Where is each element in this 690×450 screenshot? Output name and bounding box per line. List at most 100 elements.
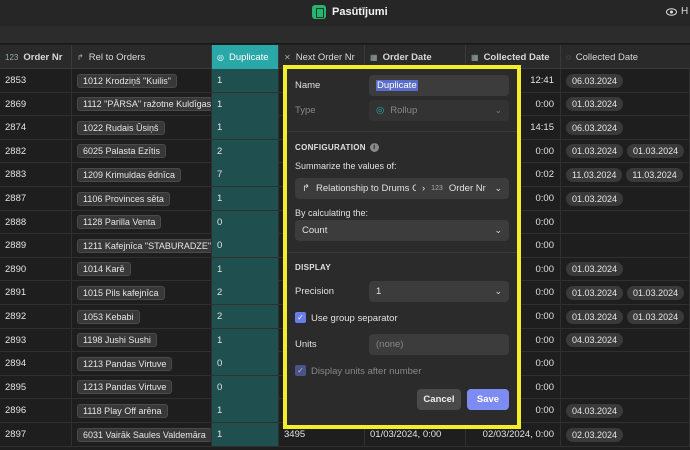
order-nr-cell[interactable]: 2895 bbox=[0, 375, 72, 399]
date-pill: 11.03.2024 bbox=[566, 167, 623, 182]
duplicate-cell[interactable]: 1 bbox=[212, 92, 279, 116]
order-nr-cell[interactable]: 2896 bbox=[0, 399, 72, 423]
duplicate-cell[interactable]: 2 bbox=[212, 139, 279, 163]
rel-to-orders-cell[interactable]: 1053 Kebabi bbox=[72, 305, 212, 328]
duplicate-cell[interactable]: 1 bbox=[212, 257, 279, 281]
duplicate-cell[interactable]: 1 bbox=[212, 187, 279, 210]
duplicate-cell[interactable]: 1 bbox=[212, 399, 279, 423]
rel-to-orders-cell[interactable]: 6031 Vairāk Saules Valdemāra bbox=[72, 423, 212, 446]
relationship-pill[interactable]: 6025 Palasta Ezītis bbox=[77, 144, 167, 159]
collected-date-lookup-cell[interactable] bbox=[561, 234, 690, 258]
topright-label: H bbox=[681, 6, 689, 17]
collected-date-lookup-cell[interactable]: 01.03.2024 bbox=[561, 257, 690, 281]
relationship-pill[interactable]: 1213 Pandas Virtuve bbox=[77, 356, 173, 371]
collected-date-lookup-cell[interactable]: 01.03.2024 bbox=[561, 187, 690, 210]
order-nr-cell[interactable]: 2874 bbox=[0, 116, 72, 140]
duplicate-cell[interactable]: 0 bbox=[212, 352, 279, 376]
relationship-pill[interactable]: 1106 Provinces sēta bbox=[77, 191, 170, 206]
order-nr-cell[interactable]: 2869 bbox=[0, 92, 72, 116]
rel-to-orders-cell[interactable]: 1209 Krimuldas ēdnīca bbox=[72, 163, 212, 187]
rel-to-orders-cell[interactable]: 1211 Kafejnīca "STABURADZE" bbox=[72, 234, 212, 258]
duplicate-cell[interactable]: 2 bbox=[212, 281, 279, 305]
rel-to-orders-cell[interactable]: 1198 Jushi Sushi bbox=[72, 328, 212, 352]
collected-date-lookup-cell[interactable]: 01.03.2024 01.03.2024 bbox=[561, 139, 690, 163]
relationship-pill[interactable]: 1213 Pandas Virtuve bbox=[77, 380, 173, 395]
order-nr-cell[interactable]: 2894 bbox=[0, 352, 72, 376]
collected-date-lookup-cell[interactable]: 02.03.2024 bbox=[561, 423, 690, 446]
duplicate-cell[interactable]: 1 bbox=[212, 423, 279, 446]
relationship-pill[interactable]: 1198 Jushi Sushi bbox=[77, 333, 157, 348]
rel-to-orders-cell[interactable]: 1118 Play Off arēna bbox=[72, 399, 212, 423]
rel-to-orders-cell[interactable]: 1128 Parilla Venta bbox=[72, 210, 212, 234]
duplicate-cell[interactable]: 1 bbox=[212, 69, 279, 92]
rel-to-orders-cell[interactable]: 6025 Palasta Ezītis bbox=[72, 139, 212, 163]
duplicate-cell[interactable]: 1 bbox=[212, 116, 279, 140]
collected-date-lookup-cell[interactable]: 01.03.2024 01.03.2024 bbox=[561, 281, 690, 305]
duplicate-cell[interactable]: 0 bbox=[212, 210, 279, 234]
name-input[interactable]: Duplicate bbox=[369, 75, 509, 96]
collected-date-lookup-cell[interactable]: 04.03.2024 bbox=[561, 328, 690, 352]
column-header-order-nr[interactable]: 123 Order Nr bbox=[0, 45, 72, 69]
collected-date-lookup-cell[interactable]: 06.03.2024 bbox=[561, 69, 690, 92]
collected-date-lookup-cell[interactable]: 04.03.2024 bbox=[561, 399, 690, 423]
collected-date-lookup-cell[interactable]: 11.03.2024 11.03.2024 bbox=[561, 163, 690, 187]
rel-to-orders-cell[interactable]: 1213 Pandas Virtuve bbox=[72, 352, 212, 376]
duplicate-cell[interactable]: 1 bbox=[212, 328, 279, 352]
relationship-pill[interactable]: 1015 Pils kafejnīca bbox=[77, 285, 165, 300]
order-nr-cell[interactable]: 2853 bbox=[0, 69, 72, 92]
relationship-pill[interactable]: 1211 Kafejnīca "STABURADZE" bbox=[77, 238, 211, 253]
order-nr-cell[interactable]: 2889 bbox=[0, 234, 72, 258]
precision-select[interactable]: 1 ⌄ bbox=[369, 281, 509, 302]
duplicate-cell[interactable]: 0 bbox=[212, 234, 279, 258]
column-header-rel-to-orders[interactable]: ↱ Rel to Orders bbox=[72, 45, 212, 69]
relationship-pill[interactable]: 1012 Krodziņš "Kuilis" bbox=[77, 73, 177, 88]
rel-to-orders-cell[interactable]: 1106 Provinces sēta bbox=[72, 187, 212, 210]
order-nr-cell[interactable]: 2890 bbox=[0, 257, 72, 281]
collected-date-lookup-cell[interactable]: 01.03.2024 bbox=[561, 92, 690, 116]
collected-date-lookup-cell[interactable] bbox=[561, 375, 690, 399]
collected-date-lookup-cell[interactable]: 06.03.2024 bbox=[561, 116, 690, 140]
collected-date-lookup-cell[interactable] bbox=[561, 352, 690, 376]
relationship-pill[interactable]: 1014 Karē bbox=[77, 262, 131, 277]
order-nr-cell[interactable]: 2887 bbox=[0, 187, 72, 210]
order-nr-cell[interactable]: 2883 bbox=[0, 163, 72, 187]
relationship-pill[interactable]: 1209 Krimuldas ēdnīca bbox=[77, 167, 182, 182]
rel-to-orders-cell[interactable]: 1112 "PĀRSA" ražotne Kuldīgas m bbox=[72, 92, 212, 116]
summarize-select[interactable]: ↱ Relationship to Drums Or › 123 Order N… bbox=[295, 178, 509, 199]
topright-menu[interactable]: H bbox=[666, 6, 688, 17]
collected-date-lookup-cell[interactable] bbox=[561, 210, 690, 234]
collected-date-lookup-cell[interactable]: 01.03.2024 01.03.2024 bbox=[561, 305, 690, 328]
app-logo-icon bbox=[312, 5, 326, 19]
order-nr-cell[interactable]: 2891 bbox=[0, 281, 72, 305]
calc-select[interactable]: Count ⌄ bbox=[295, 220, 509, 241]
duplicate-cell[interactable]: 7 bbox=[212, 163, 279, 187]
relationship-pill[interactable]: 1118 Play Off arēna bbox=[77, 403, 168, 418]
save-button[interactable]: Save bbox=[467, 389, 509, 410]
rel-to-orders-cell[interactable]: 1213 Pandas Virtuve bbox=[72, 375, 212, 399]
units-input[interactable]: (none) bbox=[369, 334, 509, 355]
order-nr-cell[interactable]: 2893 bbox=[0, 328, 72, 352]
divider bbox=[287, 131, 517, 132]
info-icon[interactable]: i bbox=[369, 143, 379, 153]
column-header-duplicate[interactable]: ◎ Duplicate bbox=[212, 45, 279, 69]
rel-to-orders-cell[interactable]: 1015 Pils kafejnīca bbox=[72, 281, 212, 305]
order-nr-cell[interactable]: 2897 bbox=[0, 423, 72, 446]
display-section-title: DISPLAY bbox=[295, 263, 332, 272]
relationship-pill[interactable]: 1128 Parilla Venta bbox=[77, 215, 162, 230]
cancel-button[interactable]: Cancel bbox=[417, 389, 461, 410]
order-nr-cell[interactable]: 2888 bbox=[0, 210, 72, 234]
divider bbox=[287, 252, 517, 253]
order-nr-cell[interactable]: 2892 bbox=[0, 305, 72, 328]
relationship-pill[interactable]: 6031 Vairāk Saules Valdemāra bbox=[77, 427, 211, 442]
duplicate-cell[interactable]: 0 bbox=[212, 375, 279, 399]
column-header-collected-date-lookup[interactable]: ◌ Collected Date bbox=[561, 45, 690, 69]
relationship-pill[interactable]: 1053 Kebabi bbox=[77, 309, 140, 324]
relationship-pill[interactable]: 1112 "PĀRSA" ražotne Kuldīgas m bbox=[77, 97, 211, 112]
rel-to-orders-cell[interactable]: 1022 Rudais Ūsiņš bbox=[72, 116, 212, 140]
duplicate-cell[interactable]: 2 bbox=[212, 305, 279, 328]
relationship-pill[interactable]: 1022 Rudais Ūsiņš bbox=[77, 120, 165, 135]
group-separator-checkbox[interactable]: ✓ bbox=[295, 312, 306, 323]
rel-to-orders-cell[interactable]: 1012 Krodziņš "Kuilis" bbox=[72, 69, 212, 92]
rel-to-orders-cell[interactable]: 1014 Karē bbox=[72, 257, 212, 281]
order-nr-cell[interactable]: 2882 bbox=[0, 139, 72, 163]
